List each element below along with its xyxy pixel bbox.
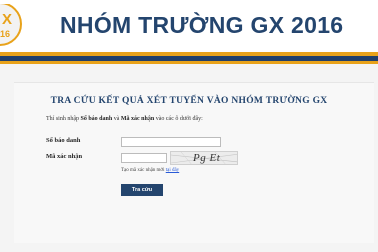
- instruction-suffix: vào các ô dưới đây:: [154, 116, 203, 122]
- instruction-mid: và: [112, 116, 121, 122]
- instruction-prefix: Thí sinh nhập: [46, 116, 81, 122]
- captcha-input[interactable]: [121, 153, 167, 163]
- captcha-label: Mã xác nhận: [46, 153, 83, 160]
- instruction-field-sbd: Số báo danh: [80, 116, 113, 122]
- captcha-text: Pg Et: [193, 152, 221, 164]
- logo-text-bottom: 16: [0, 29, 11, 39]
- refresh-captcha-link[interactable]: tại đây: [166, 168, 179, 173]
- instruction-text: Thí sinh nhập Số báo danh và Mã xác nhận…: [46, 116, 203, 122]
- captcha-image: Pg Et: [170, 151, 238, 165]
- site-header: X 16 NHÓM TRƯỜNG GX 2016: [0, 0, 378, 52]
- form-title: TRA CỨU KẾT QUẢ XÉT TUYỂN VÀO NHÓM TRƯỜN…: [50, 96, 328, 106]
- logo-text-top: X: [2, 11, 13, 28]
- instruction-field-captcha: Mã xác nhận: [120, 116, 155, 122]
- refresh-captcha-text: Tạo mã xác nhận mới tại đây: [121, 168, 179, 173]
- refresh-prefix: Tạo mã xác nhận mới: [121, 168, 166, 173]
- school-logo[interactable]: X 16: [0, 4, 24, 46]
- site-title: NHÓM TRƯỜNG GX 2016: [60, 12, 344, 38]
- sbd-input[interactable]: [121, 137, 221, 147]
- submit-button[interactable]: Tra cứu: [121, 184, 163, 196]
- sbd-label: Số báo danh: [46, 137, 81, 144]
